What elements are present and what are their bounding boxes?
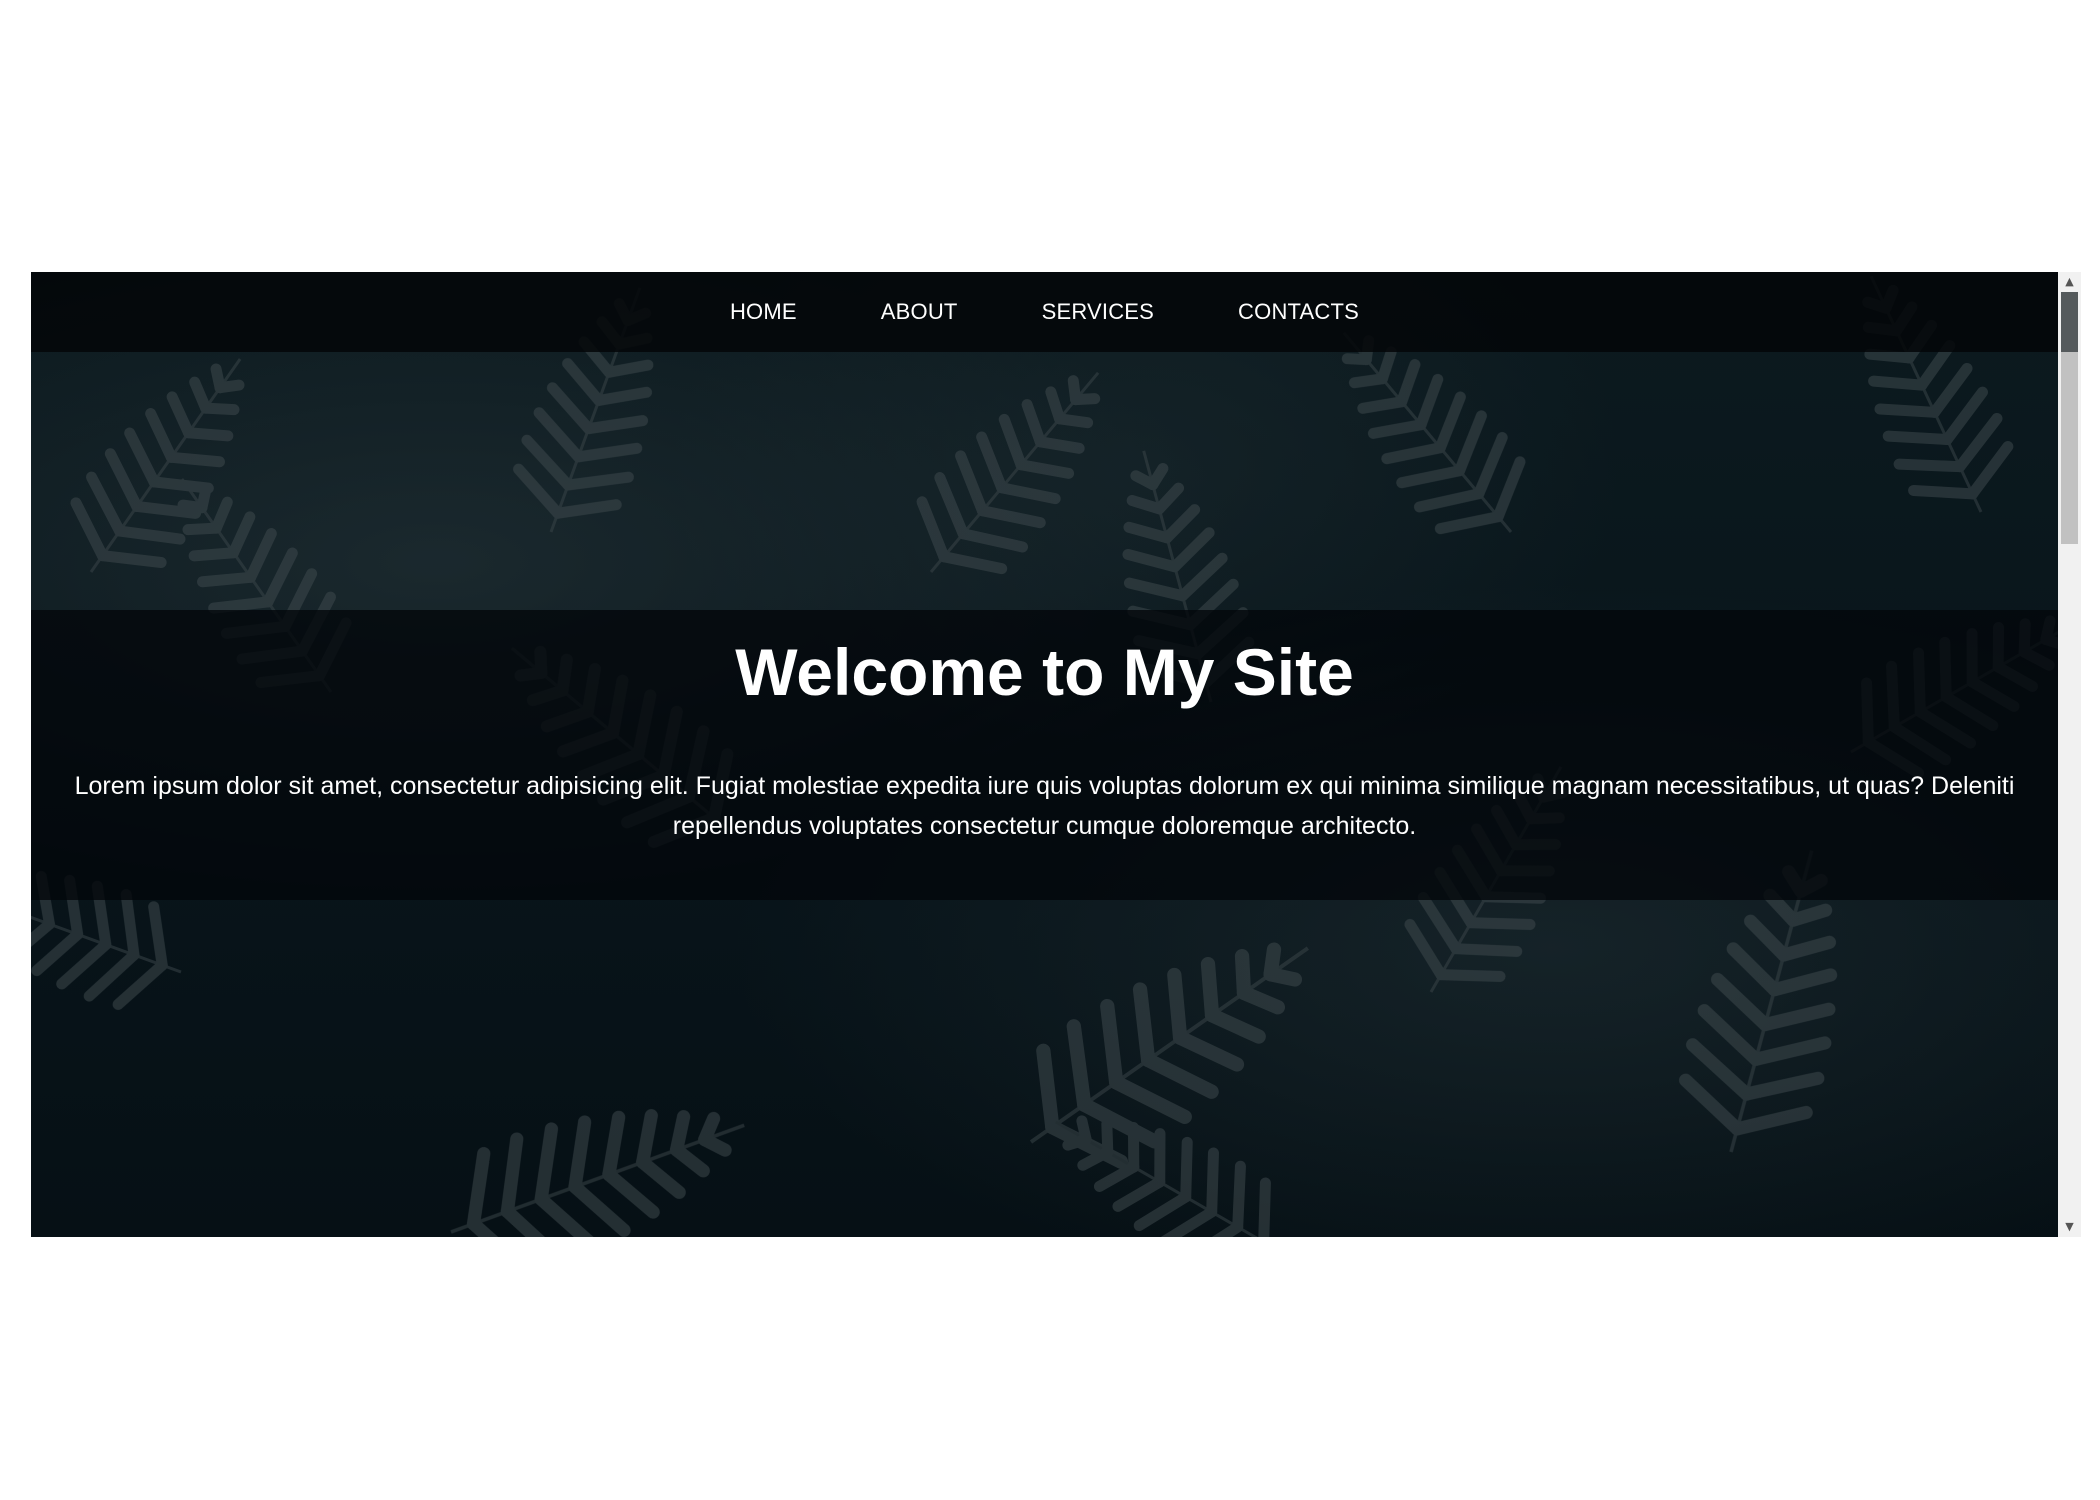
top-navbar: HOME ABOUT SERVICES CONTACTS (31, 272, 2058, 352)
nav-contacts-link[interactable]: CONTACTS (1196, 272, 1401, 352)
welcome-banner: Welcome to My Site Lorem ipsum dolor sit… (31, 610, 2058, 900)
nav-about-link[interactable]: ABOUT (839, 272, 1000, 352)
scrollbar-thumb-overlay (2061, 292, 2078, 352)
vertical-scrollbar[interactable]: ▲ ▼ (2058, 272, 2081, 1237)
browser-viewport: HOME ABOUT SERVICES CONTACTS Welcome to … (31, 272, 2081, 1237)
nav-services-link[interactable]: SERVICES (1000, 272, 1196, 352)
nav-home-link[interactable]: HOME (688, 272, 839, 352)
scrollbar-thumb[interactable] (2061, 292, 2078, 544)
page-title: Welcome to My Site (735, 635, 1354, 709)
hero-section: HOME ABOUT SERVICES CONTACTS Welcome to … (31, 272, 2058, 1237)
scroll-up-arrow-icon[interactable]: ▲ (2058, 272, 2081, 292)
welcome-paragraph: Lorem ipsum dolor sit amet, consectetur … (74, 772, 2015, 840)
scroll-down-arrow-icon[interactable]: ▼ (2058, 1217, 2081, 1237)
